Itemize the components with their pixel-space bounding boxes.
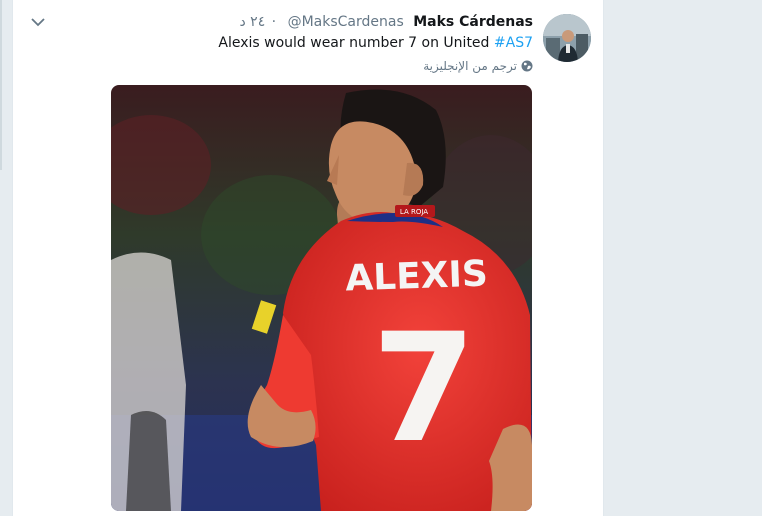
jersey-number-text: 7: [372, 302, 476, 476]
translate-label: ترجم من الإنجليزية: [423, 59, 517, 73]
tweet-text-body: Alexis would wear number 7 on United: [218, 35, 490, 51]
user-handle[interactable]: @MaksCardenas: [288, 14, 404, 30]
header-separator: ·: [271, 14, 277, 30]
tweet-photo[interactable]: LA ROJA ALEXIS 7: [111, 85, 532, 511]
tweet-text: Alexis would wear number 7 on United #AS…: [218, 33, 533, 53]
display-name[interactable]: Maks Cárdenas: [413, 14, 533, 30]
page-edge: [0, 0, 2, 170]
jersey-name-text: ALEXIS: [345, 254, 489, 300]
alexis-jersey-photo: LA ROJA ALEXIS 7: [111, 85, 532, 511]
tweet-card[interactable]: Maks Cárdenas @MaksCardenas · ٢٤ د Alexi…: [12, 0, 604, 516]
tweet-timestamp[interactable]: ٢٤ د: [239, 14, 265, 30]
translate-tweet-link[interactable]: ترجم من الإنجليزية: [423, 58, 533, 74]
avatar[interactable]: [543, 14, 591, 62]
collar-label: LA ROJA: [400, 208, 428, 216]
avatar-image: [543, 14, 591, 62]
globe-icon: [521, 60, 533, 72]
tweet-header: Maks Cárdenas @MaksCardenas · ٢٤ د: [239, 13, 533, 31]
hashtag-link[interactable]: #AS7: [494, 35, 533, 51]
chevron-down-icon: [31, 17, 45, 26]
tweet-menu-button[interactable]: [28, 12, 48, 32]
